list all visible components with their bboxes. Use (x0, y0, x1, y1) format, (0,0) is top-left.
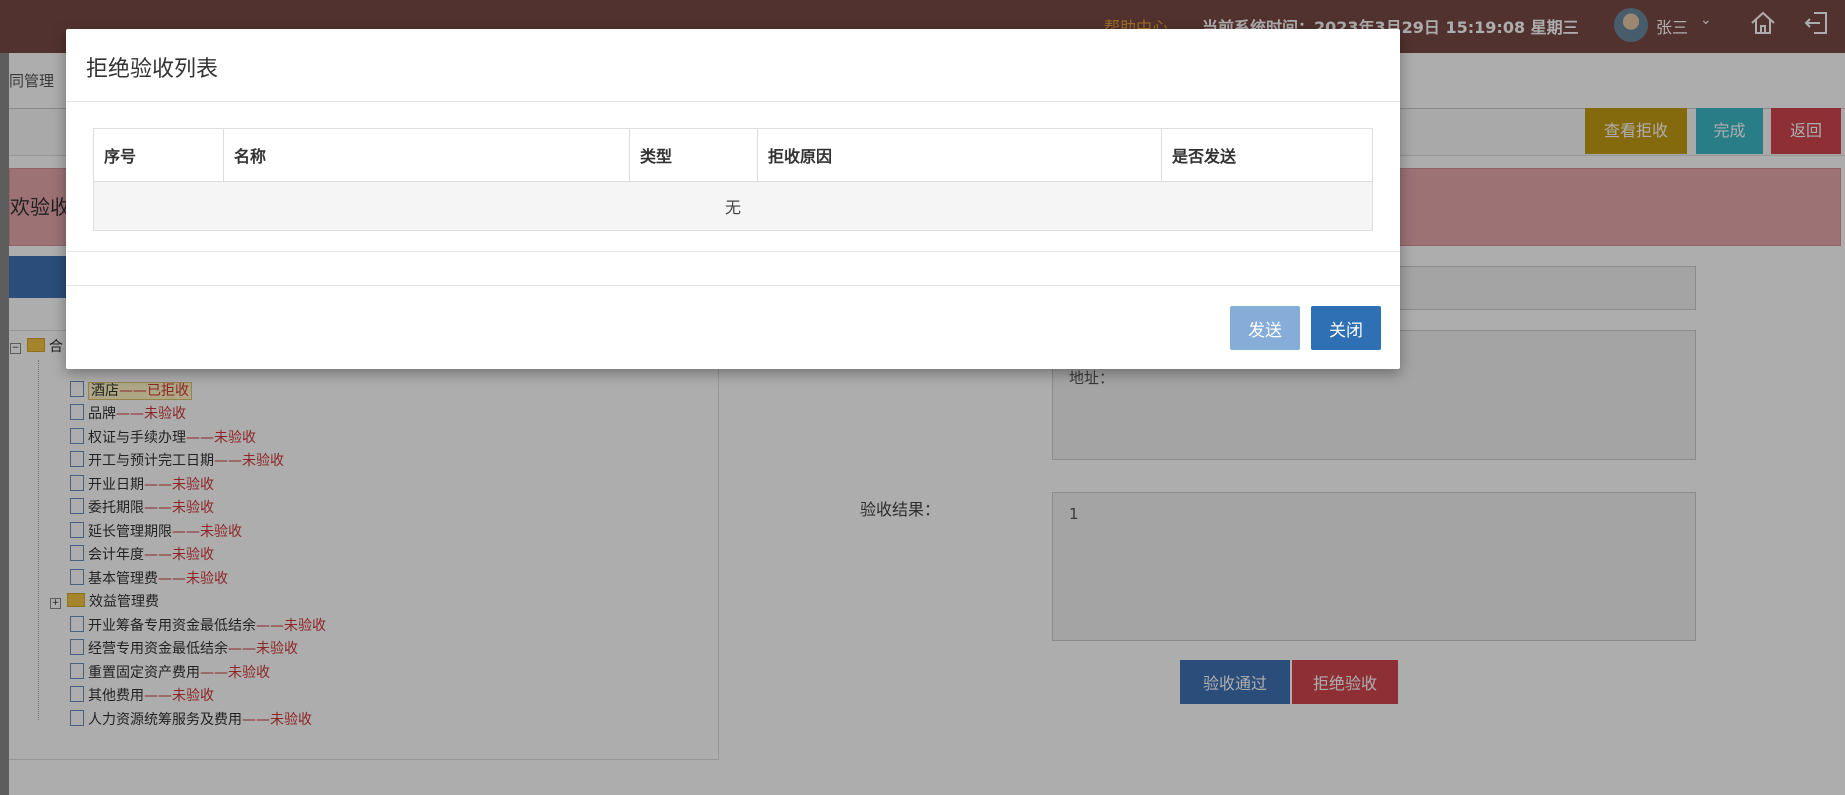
reject-list-modal: 拒绝验收列表 序号 名称 类型 拒收原因 是否发送 无 发送 关闭 (66, 29, 1400, 369)
table-header-row: 序号 名称 类型 拒收原因 是否发送 (93, 128, 1373, 182)
reject-list-table: 序号 名称 类型 拒收原因 是否发送 无 (93, 128, 1373, 231)
table-row: 无 (93, 181, 1373, 231)
modal-divider (66, 285, 1400, 286)
column-header-type: 类型 (629, 128, 758, 182)
column-header-reason: 拒收原因 (757, 128, 1162, 182)
close-button[interactable]: 关闭 (1311, 306, 1381, 350)
column-header-sent: 是否发送 (1161, 128, 1373, 182)
column-header-index: 序号 (93, 128, 224, 182)
modal-header: 拒绝验收列表 (66, 29, 1400, 102)
empty-table-message: 无 (93, 181, 1373, 231)
send-button[interactable]: 发送 (1230, 306, 1300, 350)
column-header-name: 名称 (223, 128, 630, 182)
modal-divider (66, 251, 1400, 252)
modal-title: 拒绝验收列表 (86, 57, 219, 82)
